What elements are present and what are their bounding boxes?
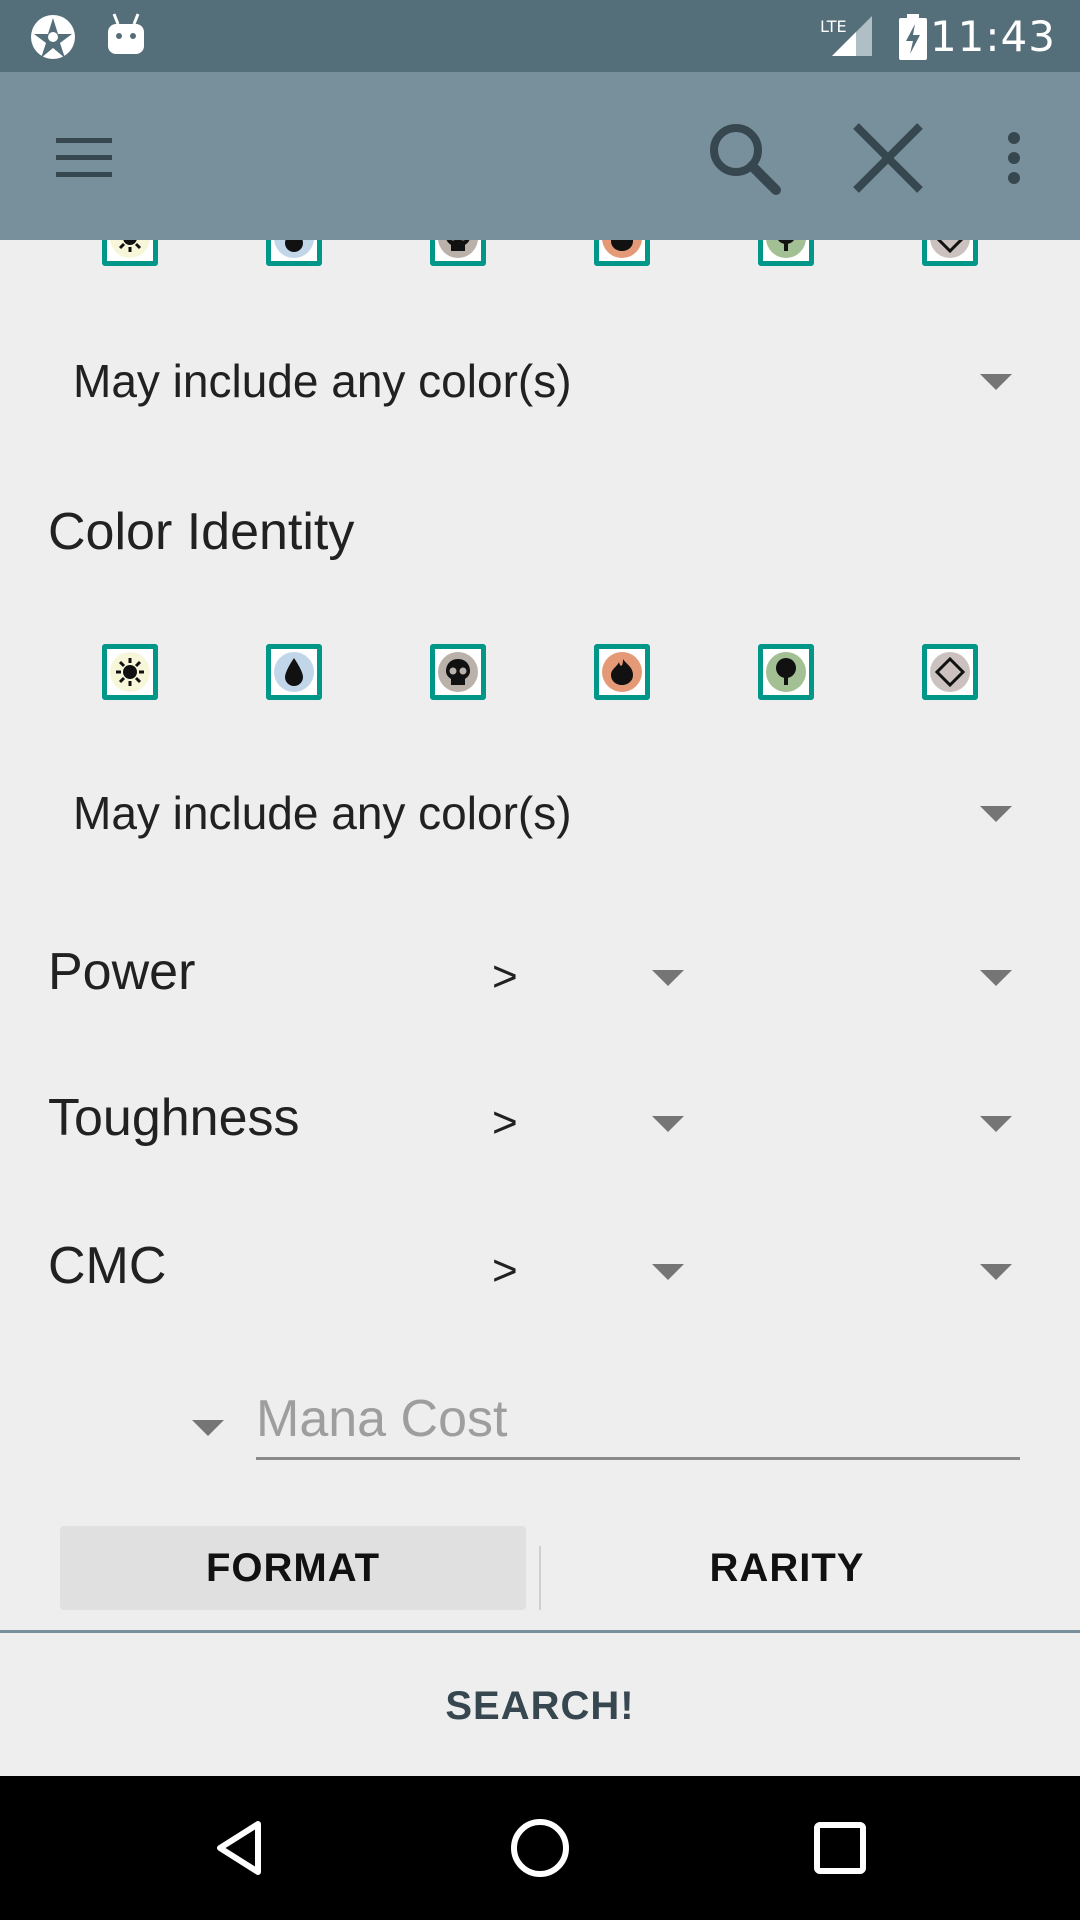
svg-text:LTE: LTE <box>820 17 847 36</box>
chevron-down-icon <box>980 374 1012 390</box>
tree-icon <box>766 240 806 258</box>
sun-icon <box>110 652 150 692</box>
close-icon[interactable] <box>840 110 936 206</box>
identity-colorless-checkbox[interactable] <box>922 644 978 700</box>
menu-icon[interactable] <box>36 110 132 206</box>
cmc-value-dropdown-icon[interactable] <box>980 1264 1012 1280</box>
mana-cost-field[interactable] <box>256 1380 1020 1460</box>
cmc-label: CMC <box>48 1237 167 1295</box>
color-match-dropdown[interactable]: May include any color(s) <box>0 334 1080 424</box>
tree-icon <box>766 652 806 692</box>
sun-icon <box>110 240 150 258</box>
fire-icon <box>602 240 642 258</box>
app-logo-icon <box>28 12 78 67</box>
status-bar: LTE 11:43 <box>0 0 1080 72</box>
power-label: Power <box>48 943 196 1001</box>
power-value-dropdown-icon[interactable] <box>980 970 1012 986</box>
rarity-label: RARITY <box>709 1545 865 1590</box>
cmc-operator-dropdown-icon[interactable] <box>652 1264 684 1280</box>
mana-cost-comparator-dropdown-icon[interactable] <box>192 1420 224 1436</box>
cmc-operator-value[interactable]: > <box>492 1246 518 1296</box>
toughness-value-dropdown-icon[interactable] <box>980 1116 1012 1132</box>
color-selector-row <box>0 240 1080 270</box>
skull-icon <box>438 240 478 258</box>
color-match-value: May include any color(s) <box>73 355 572 407</box>
cmc-filter-row: CMC > <box>0 1216 1080 1316</box>
app-toolbar <box>0 72 1080 240</box>
power-operator-dropdown-icon[interactable] <box>652 970 684 986</box>
color-identity-dropdown[interactable]: May include any color(s) <box>0 766 1080 856</box>
mana-cost-input[interactable] <box>256 1380 1020 1457</box>
toughness-label: Toughness <box>48 1089 300 1147</box>
diamond-icon <box>930 652 970 692</box>
battery-charging-icon <box>898 14 928 65</box>
water-drop-icon <box>274 240 314 258</box>
water-drop-icon <box>274 652 314 692</box>
toughness-filter-row: Toughness > <box>0 1068 1080 1168</box>
home-icon[interactable] <box>490 1798 590 1898</box>
search-bar: SEARCH! <box>0 1630 1080 1776</box>
colorless-mana-checkbox[interactable] <box>922 240 978 266</box>
color-identity-selector-row <box>0 644 1080 704</box>
recents-icon[interactable] <box>790 1798 890 1898</box>
power-operator-value[interactable]: > <box>492 952 518 1002</box>
identity-black-checkbox[interactable] <box>430 644 486 700</box>
green-mana-checkbox[interactable] <box>758 240 814 266</box>
clock: 11:43 <box>929 12 1056 61</box>
toughness-operator-value[interactable]: > <box>492 1098 518 1148</box>
identity-white-checkbox[interactable] <box>102 644 158 700</box>
red-mana-checkbox[interactable] <box>594 240 650 266</box>
diamond-icon <box>930 240 970 258</box>
system-navigation-bar <box>0 1776 1080 1920</box>
search-button[interactable]: SEARCH! <box>0 1633 1080 1779</box>
white-mana-checkbox[interactable] <box>102 240 158 266</box>
format-button[interactable]: FORMAT <box>60 1526 526 1610</box>
blue-mana-checkbox[interactable] <box>266 240 322 266</box>
power-filter-row: Power > <box>0 922 1080 1022</box>
rarity-button[interactable]: RARITY <box>540 1526 1034 1610</box>
back-icon[interactable] <box>190 1798 290 1898</box>
search-button-label: SEARCH! <box>445 1683 635 1728</box>
identity-blue-checkbox[interactable] <box>266 644 322 700</box>
lte-signal-icon: LTE <box>818 14 874 63</box>
identity-green-checkbox[interactable] <box>758 644 814 700</box>
identity-red-checkbox[interactable] <box>594 644 650 700</box>
format-label: FORMAT <box>205 1545 381 1590</box>
overflow-menu-icon[interactable] <box>966 110 1062 206</box>
search-icon[interactable] <box>696 110 792 206</box>
fire-icon <box>602 652 642 692</box>
color-identity-value: May include any color(s) <box>73 787 572 839</box>
toughness-operator-dropdown-icon[interactable] <box>652 1116 684 1132</box>
android-debug-icon <box>106 12 146 63</box>
skull-icon <box>438 652 478 692</box>
color-identity-title: Color Identity <box>48 503 355 561</box>
chevron-down-icon <box>980 806 1012 822</box>
black-mana-checkbox[interactable] <box>430 240 486 266</box>
